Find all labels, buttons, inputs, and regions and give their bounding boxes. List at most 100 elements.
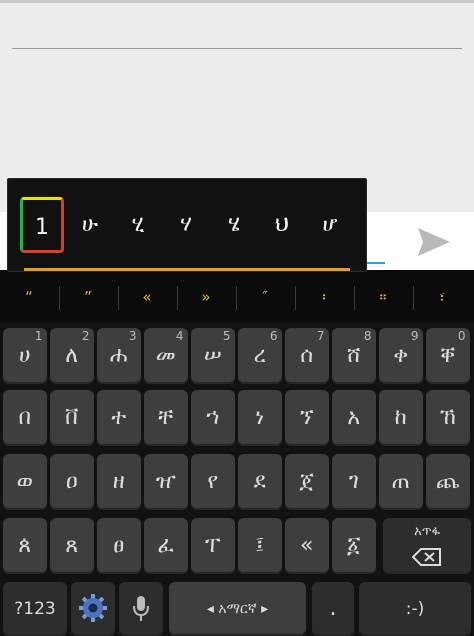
key-label: ◂ አማርኛ ▸ [206,601,269,617]
letter-key[interactable]: ነ [238,390,282,446]
candidate-popup: 1 ሁ ሂ ሃ ሄ ህ ሆ [7,178,367,272]
settings-gear-icon [79,594,107,622]
letter-key[interactable]: የ [191,454,235,510]
letter-key[interactable]: ኘ [285,390,329,446]
key-label: ፐ [205,533,221,558]
smiley-key[interactable]: :-) [359,582,471,636]
key-label: ጰ [18,533,32,558]
letter-key[interactable]: አ [332,390,376,446]
letter-key[interactable]: ቐ0 [426,328,470,384]
candidate-selected[interactable]: 1 [20,197,64,253]
key-label: . [329,596,337,621]
key-label: ጠ [391,469,410,494]
punctuation-key[interactable]: “ [1,280,57,314]
key-number-hint: 0 [457,329,466,343]
letter-key[interactable]: ገ [332,454,376,510]
letter-key[interactable]: ሰ7 [285,328,329,384]
key-label: ደ [253,469,266,494]
key-label: ቸ [158,405,174,430]
key-label: « [300,533,314,558]
key-label: ከ [394,405,407,430]
candidate-item[interactable]: ሁ [68,197,112,253]
key-label: ፈ [157,533,175,558]
key-label: ወ [16,469,33,494]
letter-key[interactable]: ሀ1 [3,328,47,384]
subject-field-underline[interactable] [12,48,462,49]
letter-key[interactable]: ሠ5 [191,328,235,384]
key-label: ኘ [299,405,314,430]
top-edge [0,0,474,3]
letter-key[interactable]: ዐ [50,454,94,510]
letter-key[interactable]: ኸ [426,390,470,446]
letter-key[interactable]: ከ [379,390,423,446]
key-number-hint: 1 [34,329,43,343]
letter-key[interactable]: ፀ [97,518,141,574]
key-number-hint: 3 [128,329,137,343]
key-label: ተ [111,405,127,430]
space-key[interactable]: ◂ አማርኛ ▸ [169,582,306,636]
key-number-hint: 6 [269,329,278,343]
candidate-item[interactable]: ህ [260,197,304,253]
letter-key[interactable]: ፈ [144,518,188,574]
key-label: ?123 [14,599,56,619]
letter-key[interactable]: « [285,518,329,574]
candidate-item[interactable]: ሃ [164,197,208,253]
letter-key[interactable]: መ4 [144,328,188,384]
letter-key[interactable]: ቨ [50,390,94,446]
key-label: ጨ [435,469,460,494]
punctuation-key[interactable]: » [178,280,234,314]
period-key[interactable]: . [312,582,354,636]
letter-key[interactable]: ቸ [144,390,188,446]
key-number-hint: 4 [175,329,184,343]
letter-key[interactable]: ጰ [3,518,47,574]
punctuation-key[interactable]: ። [355,280,411,314]
letter-key[interactable]: ቀ9 [379,328,423,384]
numbers-symbols-key[interactable]: ?123 [3,582,67,636]
letter-key[interactable]: ፐ [191,518,235,574]
letter-key[interactable]: ደ [238,454,282,510]
key-label: ጸ [65,533,79,558]
key-label: ዘ [112,469,125,494]
letter-key[interactable]: ኀ [191,390,235,446]
key-label: ዠ [155,469,176,494]
letter-key[interactable]: ሐ3 [97,328,141,384]
candidate-item[interactable]: ሂ [116,197,160,253]
candidate-item[interactable]: ሆ [308,197,352,253]
send-button[interactable] [414,222,454,262]
letter-key[interactable]: ፤ [238,518,282,574]
backspace-button[interactable]: አጥፋ [383,518,471,574]
letter-key[interactable]: ወ [3,454,47,510]
letter-key[interactable]: ለ2 [50,328,94,384]
letter-key[interactable]: ጀ [285,454,329,510]
letter-key[interactable]: ረ6 [238,328,282,384]
punctuation-key[interactable]: « [119,280,175,314]
key-number-hint: 5 [222,329,231,343]
letter-key[interactable]: ተ [97,390,141,446]
letter-key[interactable]: ጸ [50,518,94,574]
key-label: ገ [348,469,359,494]
letter-key[interactable]: ጠ [379,454,423,510]
key-label: ቨ [64,405,79,430]
punctuation-row: “” «» ″ ፡ ። ፣ [0,270,474,322]
letter-key[interactable]: ጨ [426,454,470,510]
key-label: ኸ [439,405,456,430]
voice-input-key[interactable] [119,582,163,636]
punctuation-key[interactable]: ″ [237,280,293,314]
key-number-hint: 7 [316,329,325,343]
settings-key[interactable] [71,582,115,636]
candidate-item[interactable]: ሄ [212,197,256,253]
letter-key[interactable]: ፩ [332,518,376,574]
letter-key[interactable]: ዘ [97,454,141,510]
key-label: ፤ [255,533,265,558]
key-label: :-) [405,599,425,619]
key-label: የ [207,469,219,494]
punctuation-key[interactable]: ” [60,280,116,314]
backspace-label: አጥፋ [414,524,440,539]
punctuation-key[interactable]: ፣ [414,280,470,314]
letter-key[interactable]: ሸ8 [332,328,376,384]
punctuation-key[interactable]: ፡ [296,280,352,314]
letter-key[interactable]: ዠ [144,454,188,510]
letter-key[interactable]: በ [3,390,47,446]
key-label: ፩ [346,533,361,558]
send-icon [418,228,450,256]
